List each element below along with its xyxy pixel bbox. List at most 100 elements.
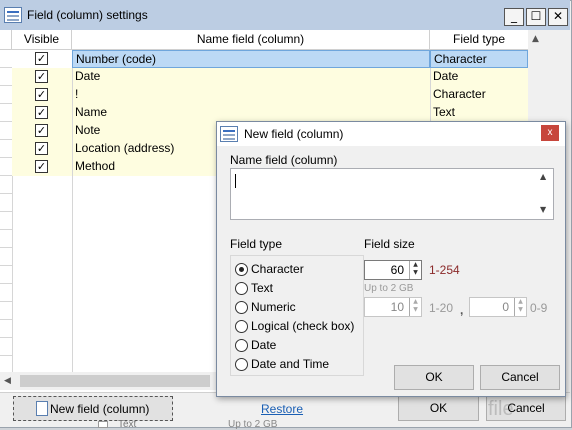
field-name-cell[interactable]: Date [73,68,430,86]
table-row[interactable]: ✓ Date Date [0,68,528,86]
field-size-stepper[interactable]: 60 ▲ ▼ [364,260,422,280]
visible-cell: ✓ [12,68,72,86]
spin-up-icon: ▲ [518,298,523,305]
close-button[interactable]: ✕ [548,8,568,26]
type-label: Logical (check box) [251,319,355,333]
spin-arrows-icon: ▲ ▼ [409,298,421,316]
visible-cell: ✓ [12,158,72,176]
field-size-label: Field size [364,237,415,251]
field-name-cell[interactable]: Method [73,158,216,176]
field-type-cell[interactable]: Character [430,50,528,68]
spin-down-icon: ▼ [518,306,523,313]
radio-text[interactable] [235,282,248,295]
dialog-icon [220,126,238,142]
column-header-name[interactable]: Name field (column) [72,30,430,50]
minimize-button[interactable]: _ [504,8,524,26]
visible-checkbox[interactable]: ✓ [35,52,48,65]
new-field-dialog: New field (column) x Name field (column)… [216,121,566,397]
field-type-cell[interactable]: Text [431,104,528,122]
textarea-scroll-up-icon[interactable]: ▲ [540,172,546,181]
radio-date-time[interactable] [235,358,248,371]
new-field-button[interactable]: New field (column) [13,396,173,421]
type-label: Date and Time [251,357,330,371]
field-name-cell[interactable]: ! [73,86,430,104]
dialog-ok-button[interactable]: OK [394,365,474,390]
type-label: Text [251,281,274,295]
type-option-text[interactable]: Text [235,280,360,297]
field-name-cell[interactable]: Note [73,122,216,140]
table-row[interactable]: ✓ ! Character [0,86,528,104]
spin-up-icon: ▲ [413,298,418,305]
scroll-thumb[interactable] [20,375,210,387]
row-header-corner [0,30,12,50]
column-header-type[interactable]: Field type [430,30,528,50]
text-cursor [235,174,236,188]
dialog-cancel-button[interactable]: Cancel [480,365,560,390]
numeric-width-value: 10 [390,300,404,314]
watermark: file [488,398,514,420]
field-size-range: 1-254 [429,263,460,277]
type-option-character[interactable]: Character [235,261,360,278]
row-header-column [0,50,12,372]
visible-cell: ✓ [12,122,72,140]
name-field-label: Name field (column) [230,153,338,167]
maximize-button[interactable]: ☐ [526,8,546,26]
field-type-label: Field type [230,237,283,251]
type-option-date-time[interactable]: Date and Time [235,356,360,373]
dialog-close-button[interactable]: x [541,125,559,141]
type-option-numeric[interactable]: Numeric [235,299,360,316]
radio-character[interactable] [235,263,248,276]
field-type-cell[interactable]: Character [431,86,528,104]
visible-checkbox[interactable]: ✓ [35,70,48,83]
visible-checkbox[interactable]: ✓ [35,106,48,119]
behind-hint: Up to 2 GB [228,419,278,430]
radio-logical[interactable] [235,320,248,333]
visible-cell: ✓ [12,104,72,122]
visible-cell: ✓ [12,86,72,104]
dialog-title: New field (column) [244,127,344,141]
spin-arrows-icon[interactable]: ▲ ▼ [409,261,421,279]
table-settings-icon [4,7,22,23]
spin-arrows-icon: ▲ ▼ [514,298,526,316]
dialog-titlebar: New field (column) x [217,122,565,146]
radio-date[interactable] [235,339,248,352]
visible-checkbox[interactable]: ✓ [35,160,48,173]
table-row[interactable]: ✓ Name Text [0,104,528,122]
spin-down-icon[interactable]: ▼ [413,269,418,276]
visible-checkbox[interactable]: ✓ [35,142,48,155]
behind-checkbox [98,421,108,428]
ok-button[interactable]: OK [398,396,479,421]
new-document-icon [36,401,48,416]
restore-link[interactable]: Restore [261,402,303,416]
visible-checkbox[interactable]: ✓ [35,124,48,137]
behind-text: Text [118,419,137,430]
horizontal-scrollbar[interactable]: ◀ [0,372,216,390]
textarea-scroll-down-icon[interactable]: ▼ [540,205,546,214]
name-field-input[interactable]: ▲ ▼ [230,168,554,220]
decimal-separator: , [460,303,464,317]
window-title: Field (column) settings [27,8,148,22]
field-name-cell[interactable]: Location (address) [73,140,216,158]
type-option-date[interactable]: Date [235,337,360,354]
column-header-visible[interactable]: Visible [12,30,72,50]
type-option-logical[interactable]: Logical (check box) [235,318,360,335]
field-name-cell[interactable]: Number (code) [72,50,430,68]
window-titlebar: Field (column) settings _ ☐ ✕ [0,0,570,30]
field-name-cell[interactable]: Name [73,104,430,122]
table-row[interactable]: ▶ ✓ Number (code) Character [0,50,528,68]
type-label: Character [251,262,304,276]
field-type-cell[interactable]: Date [431,68,528,86]
visible-cell: ✓ [12,140,72,158]
type-label: Date [251,338,277,352]
numeric-width-stepper: 10 ▲ ▼ [364,297,422,317]
scroll-left-icon[interactable]: ◀ [4,376,11,386]
numeric-width-range: 1-20 [429,301,454,315]
decimal-places-value: 0 [502,300,509,314]
spin-up-icon[interactable]: ▲ [413,261,418,268]
scroll-up-icon[interactable]: ▲ [532,34,539,44]
visible-cell: ✓ [12,50,72,68]
decimal-places-stepper: 0 ▲ ▼ [469,297,527,317]
type-label: Numeric [251,300,296,314]
radio-numeric[interactable] [235,301,248,314]
visible-checkbox[interactable]: ✓ [35,88,48,101]
